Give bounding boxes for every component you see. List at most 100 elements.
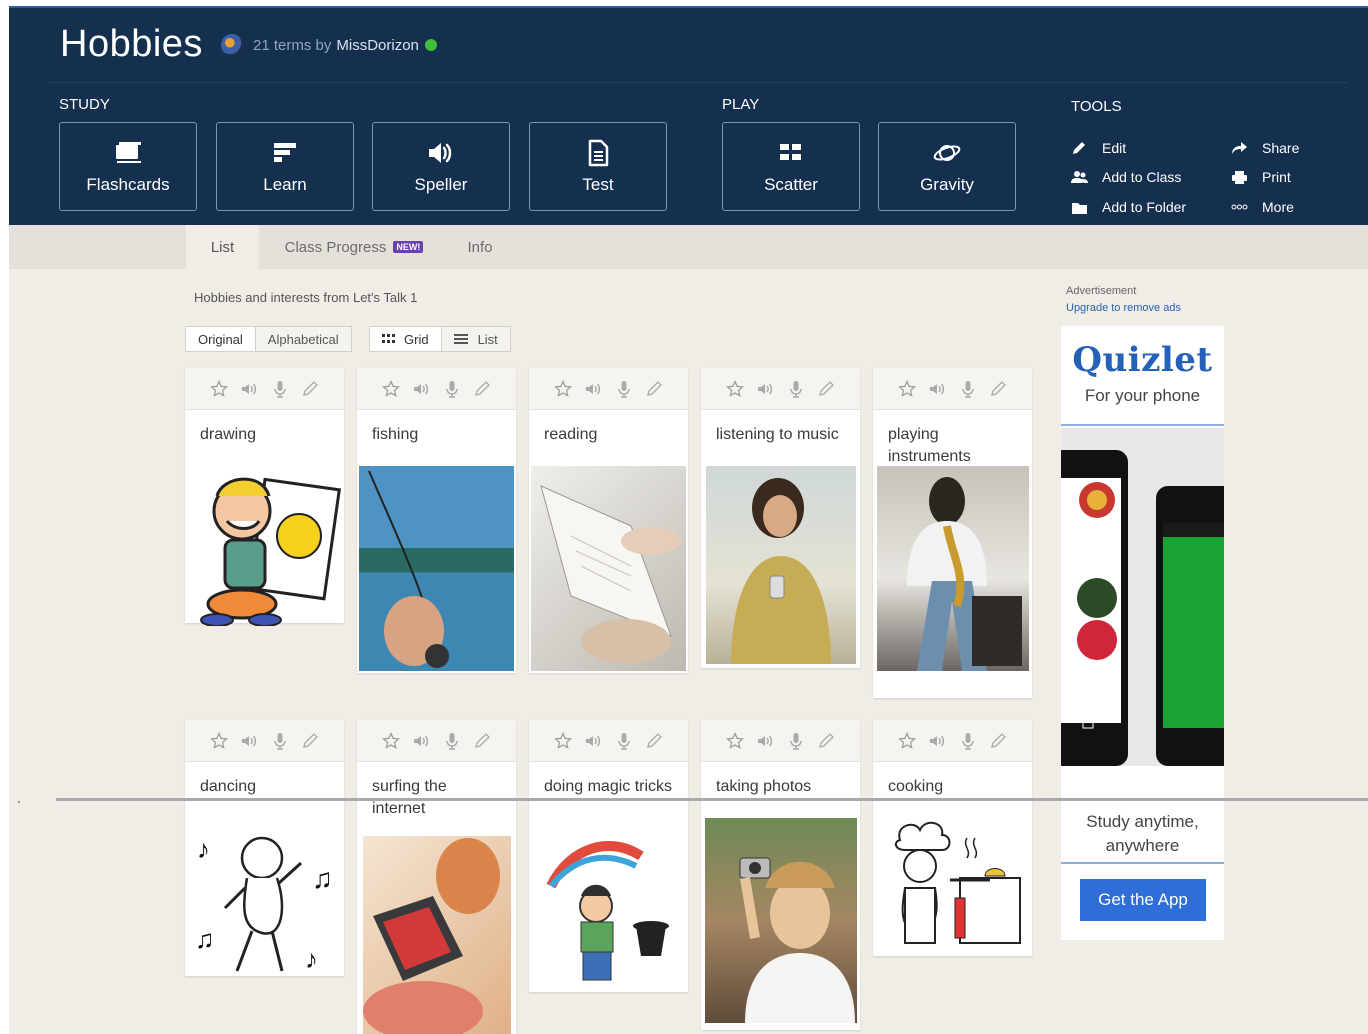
test-document-icon (588, 139, 609, 166)
app-frame: Hobbies 21 terms by MissDorizon STUDY PL… (9, 6, 1368, 1034)
speller-label: Speller (414, 174, 468, 194)
card-term: playing instruments (888, 426, 971, 465)
term-card: fishing (357, 368, 516, 673)
mic-icon[interactable] (270, 379, 290, 399)
card-term: taking photos (716, 778, 812, 795)
stray-dot (18, 801, 20, 803)
star-icon[interactable] (209, 731, 229, 751)
edit-pencil-icon[interactable] (816, 731, 836, 751)
fishing-photo (359, 466, 514, 671)
term-card: cooking (873, 720, 1032, 956)
edit-pencil-icon[interactable] (472, 379, 492, 399)
learn-icon (274, 142, 296, 162)
term-card: reading (529, 368, 688, 673)
card-toolbar (185, 368, 344, 410)
audio-icon[interactable] (411, 379, 431, 399)
audio-icon[interactable] (583, 379, 603, 399)
share-tool[interactable]: Share (1231, 140, 1299, 156)
edit-pencil-icon[interactable] (988, 379, 1008, 399)
mic-icon[interactable] (958, 731, 978, 751)
card-toolbar (873, 368, 1032, 410)
audio-icon[interactable] (239, 731, 259, 751)
scatter-button[interactable]: Scatter (722, 122, 860, 211)
print-tool[interactable]: Print (1231, 169, 1291, 185)
term-card: dancing ♪ ♫ ♫ ♪ (185, 720, 344, 976)
sort-original-button[interactable]: Original (186, 327, 256, 351)
flashcards-button[interactable]: Flashcards (59, 122, 197, 211)
audio-icon[interactable] (411, 731, 431, 751)
tab-class-progress[interactable]: Class Progress NEW! (269, 225, 439, 269)
ad-study-line1: Study anytime, (1086, 812, 1199, 831)
edit-pencil-icon[interactable] (300, 379, 320, 399)
mic-icon[interactable] (614, 379, 634, 399)
view-grid-button[interactable]: Grid (370, 327, 442, 351)
learn-button[interactable]: Learn (216, 122, 354, 211)
cooking-illustration (875, 818, 1030, 953)
audio-icon[interactable] (755, 731, 775, 751)
mic-icon[interactable] (270, 731, 290, 751)
star-icon[interactable] (381, 379, 401, 399)
saxophone-photo (876, 466, 1029, 671)
overlay-divider-line (56, 798, 1368, 801)
mic-icon[interactable] (442, 379, 462, 399)
ad-tagline: For your phone (1084, 386, 1201, 405)
mic-icon[interactable] (442, 731, 462, 751)
star-icon[interactable] (897, 379, 917, 399)
folder-icon (1072, 202, 1087, 214)
test-label: Test (582, 174, 614, 194)
sort-alphabetical-button[interactable]: Alphabetical (255, 327, 351, 351)
card-term: surfing the internet (372, 778, 447, 817)
upgrade-link[interactable]: Upgrade to remove ads (1066, 302, 1181, 314)
add-to-folder-tool[interactable]: Add to Folder (1071, 199, 1186, 215)
share-label: Share (1262, 140, 1300, 156)
online-status-icon (424, 39, 437, 51)
card-term: reading (544, 426, 598, 443)
svg-text:♫: ♫ (195, 924, 215, 954)
audio-icon[interactable] (583, 731, 603, 751)
star-icon[interactable] (553, 379, 573, 399)
phone-mockups (1061, 428, 1224, 766)
mic-icon[interactable] (958, 379, 978, 399)
edit-pencil-icon[interactable] (644, 731, 664, 751)
star-icon[interactable] (553, 731, 573, 751)
author-link[interactable]: MissDorizon (336, 37, 419, 54)
author-avatar[interactable] (221, 34, 243, 56)
svg-text:♫: ♫ (312, 863, 333, 894)
card-term: cooking (888, 778, 944, 795)
add-to-class-tool[interactable]: Add to Class (1071, 169, 1181, 185)
list-icon (453, 334, 468, 344)
edit-pencil-icon[interactable] (472, 731, 492, 751)
card-term: drawing (200, 426, 257, 443)
test-button[interactable]: Test (529, 122, 667, 211)
edit-pencil-icon[interactable] (988, 731, 1008, 751)
add-to-folder-label: Add to Folder (1102, 199, 1187, 215)
star-icon[interactable] (725, 379, 745, 399)
music-listening-photo (705, 466, 856, 664)
star-icon[interactable] (209, 379, 229, 399)
mic-icon[interactable] (614, 731, 634, 751)
more-tool[interactable]: More (1231, 199, 1294, 215)
mic-icon[interactable] (786, 379, 806, 399)
edit-pencil-icon[interactable] (816, 379, 836, 399)
edit-pencil-icon[interactable] (644, 379, 664, 399)
card-toolbar (529, 368, 688, 410)
audio-icon[interactable] (927, 731, 947, 751)
audio-icon[interactable] (927, 379, 947, 399)
audio-icon[interactable] (239, 379, 259, 399)
tab-info[interactable]: Info (449, 225, 511, 269)
tab-list[interactable]: List (186, 225, 259, 269)
star-icon[interactable] (897, 731, 917, 751)
get-the-app-button[interactable]: Get the App (1080, 879, 1206, 921)
app-advertisement[interactable]: Quizlet For your phone Study anytime, any… (1061, 326, 1224, 940)
card-toolbar (185, 720, 344, 762)
gravity-button[interactable]: Gravity (878, 122, 1016, 211)
audio-icon[interactable] (755, 379, 775, 399)
edit-tool[interactable]: Edit (1071, 140, 1126, 156)
mic-icon[interactable] (786, 731, 806, 751)
more-label: More (1262, 199, 1294, 215)
speller-button[interactable]: Speller (372, 122, 510, 211)
star-icon[interactable] (725, 731, 745, 751)
star-icon[interactable] (381, 731, 401, 751)
edit-pencil-icon[interactable] (300, 731, 320, 751)
view-list-button[interactable]: List (441, 327, 510, 351)
